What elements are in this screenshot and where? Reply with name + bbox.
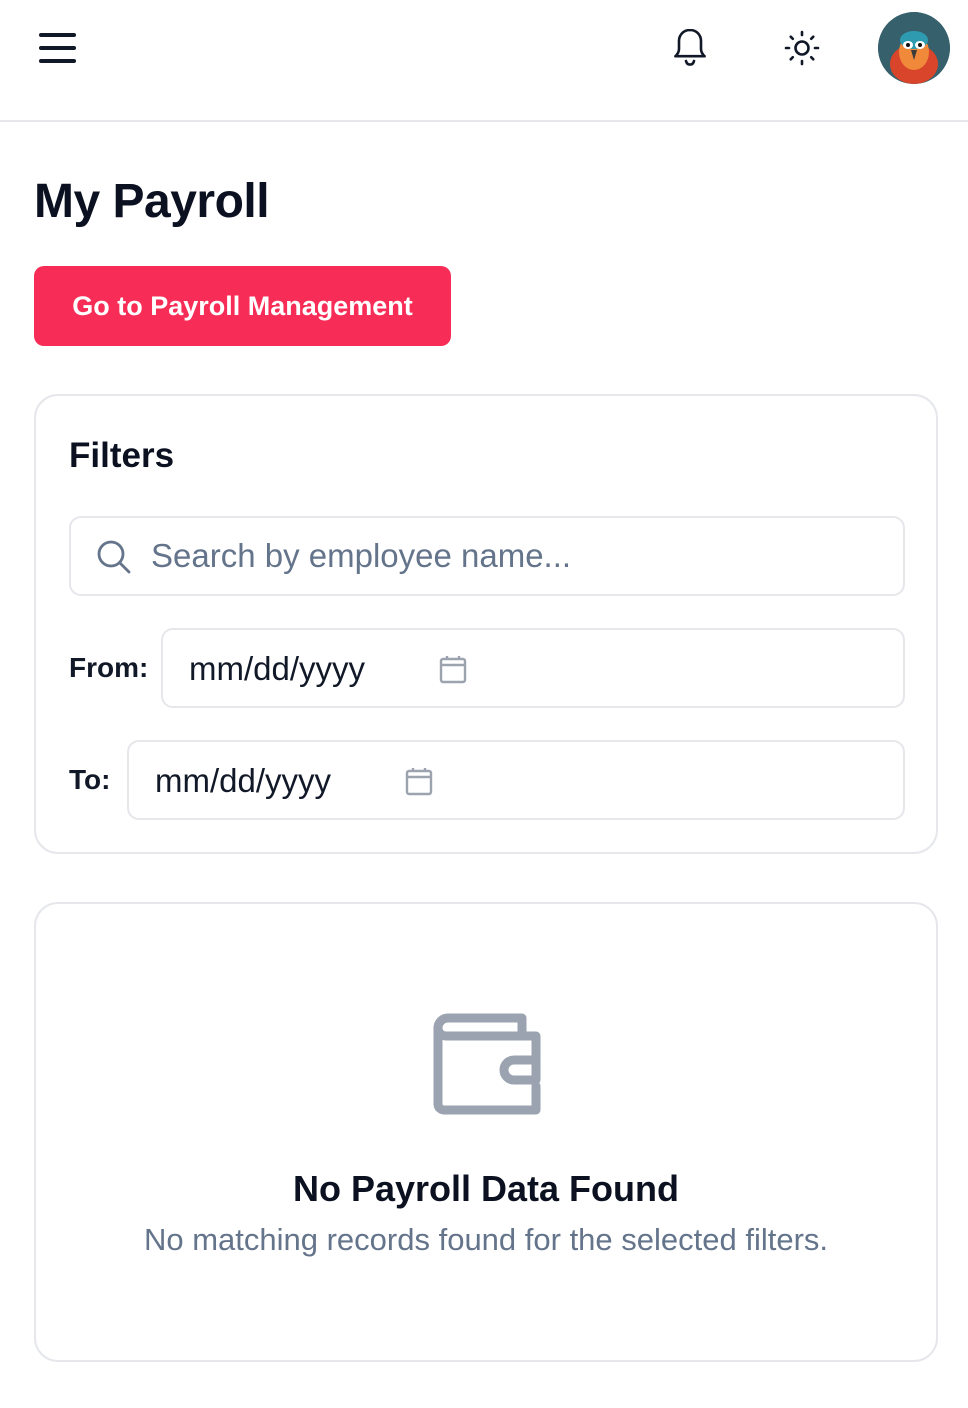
from-date-value: mm/dd/yyyy	[189, 650, 366, 687]
to-date-input[interactable]: mm/dd/yyyy	[127, 740, 905, 820]
from-label: From:	[69, 652, 149, 683]
user-avatar[interactable]	[878, 12, 950, 84]
empty-state-message: No matching records found for the select…	[143, 1222, 829, 1257]
filters-heading: Filters	[69, 436, 175, 475]
to-label: To:	[69, 764, 111, 795]
empty-state-card: No Payroll Data Found No matching record…	[34, 902, 938, 1362]
page-title: My Payroll	[34, 175, 270, 228]
search-input[interactable]	[151, 518, 891, 594]
calendar-icon[interactable]	[405, 766, 433, 796]
from-date-input[interactable]: mm/dd/yyyy	[161, 628, 905, 708]
search-icon	[97, 540, 131, 574]
empty-state-title: No Payroll Data Found	[292, 1168, 680, 1209]
wallet-icon	[433, 1013, 541, 1115]
bell-icon[interactable]	[666, 24, 714, 72]
main-content: My Payroll Go to Payroll Management Filt…	[0, 124, 968, 1408]
to-date-value: mm/dd/yyyy	[155, 762, 332, 799]
sun-icon[interactable]	[778, 24, 826, 72]
calendar-icon[interactable]	[439, 654, 467, 684]
go-to-payroll-management-button[interactable]: Go to Payroll Management	[34, 266, 451, 346]
search-field[interactable]	[69, 516, 905, 596]
top-navigation-bar	[0, 0, 968, 122]
filters-card: Filters From: mm/dd/yyyy To: mm/dd/yyyy	[34, 394, 938, 854]
hamburger-menu-icon[interactable]	[34, 26, 82, 70]
